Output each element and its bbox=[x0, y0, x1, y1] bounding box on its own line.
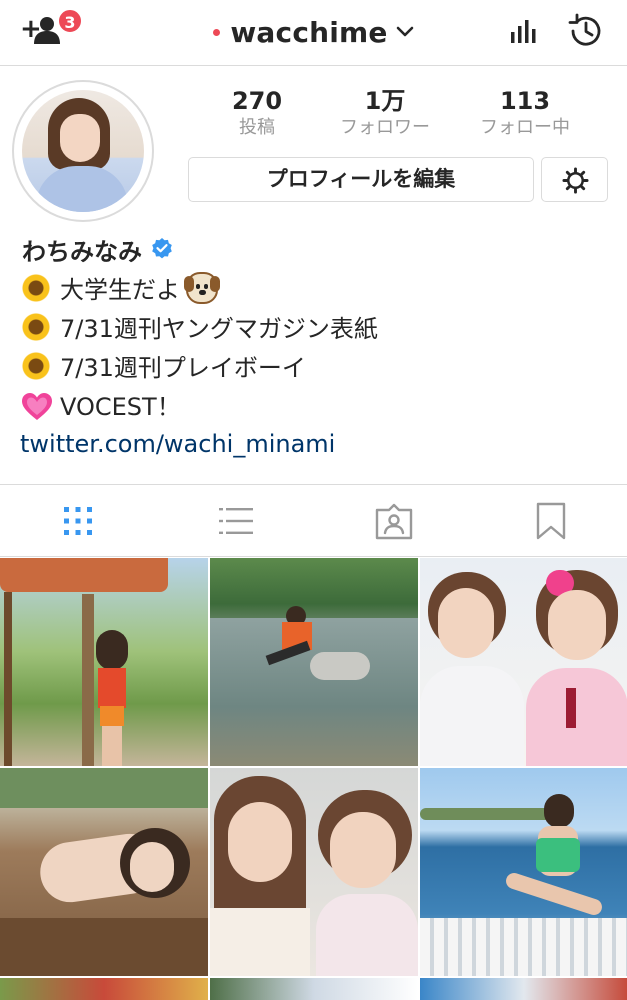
profile-stats: 270 投稿 1万 フォロワー 113 フォロー中 bbox=[188, 86, 598, 146]
bio-line: 7/31週刊プレイボーイ bbox=[20, 346, 610, 385]
post-thumbnail[interactable] bbox=[420, 768, 627, 976]
bio-line: 大学生だよ bbox=[20, 268, 610, 307]
stat-value: 113 bbox=[499, 87, 551, 115]
post-thumbnail[interactable] bbox=[420, 558, 627, 766]
unread-dot-icon bbox=[213, 28, 221, 36]
post-thumbnail[interactable] bbox=[0, 558, 208, 766]
stat-posts[interactable]: 270 投稿 bbox=[192, 86, 322, 140]
verified-badge-icon bbox=[152, 238, 172, 259]
avatar[interactable] bbox=[22, 90, 144, 212]
options-button[interactable] bbox=[541, 157, 608, 202]
profile-bio: 大学生だよ 7/31週刊ヤングマガジン表紙 7/31週刊プレイボーイ VOCES… bbox=[20, 268, 610, 463]
post-thumbnail[interactable] bbox=[0, 978, 208, 1000]
sunflower-icon bbox=[20, 310, 52, 343]
post-thumbnail[interactable] bbox=[210, 558, 418, 766]
stat-label: フォロー中 bbox=[480, 117, 570, 138]
edit-profile-button[interactable]: プロフィールを編集 bbox=[188, 157, 534, 202]
dog-face-icon bbox=[184, 271, 220, 304]
tab-list-view[interactable] bbox=[216, 501, 256, 541]
stat-value: 270 bbox=[231, 87, 283, 115]
gear-icon bbox=[562, 167, 589, 194]
profile-name-row: わちみなみ bbox=[22, 232, 174, 266]
bio-line: VOCEST！ bbox=[20, 385, 610, 424]
stat-following[interactable]: 113 フォロー中 bbox=[460, 86, 590, 140]
stat-label: 投稿 bbox=[239, 117, 275, 138]
list-icon bbox=[219, 508, 253, 534]
grid-icon bbox=[64, 507, 92, 535]
tagged-icon bbox=[375, 503, 413, 540]
bio-text: 7/31週刊プレイボーイ bbox=[60, 354, 306, 382]
stat-value: 1万 bbox=[364, 87, 406, 115]
bookmark-icon bbox=[536, 502, 566, 540]
tab-saved[interactable] bbox=[531, 501, 571, 541]
bio-text: 7/31週刊ヤングマガジン表紙 bbox=[60, 315, 378, 343]
profile-link[interactable]: twitter.com/wachi_minami bbox=[20, 430, 335, 458]
post-thumbnail[interactable] bbox=[420, 978, 627, 1000]
photo-grid bbox=[0, 558, 627, 1000]
archive-icon[interactable] bbox=[567, 12, 605, 50]
bio-text: VOCEST！ bbox=[60, 393, 181, 421]
tab-grid-view[interactable] bbox=[58, 501, 98, 541]
post-thumbnail[interactable] bbox=[210, 768, 418, 976]
bio-line: twitter.com/wachi_minami bbox=[20, 424, 610, 463]
sparkling-heart-icon bbox=[20, 389, 52, 421]
post-thumbnail[interactable] bbox=[210, 978, 418, 1000]
bio-text: 大学生だよ bbox=[60, 276, 180, 304]
chevron-down-icon bbox=[396, 26, 413, 37]
username-title: wacchime bbox=[230, 15, 388, 49]
sunflower-icon bbox=[20, 349, 52, 382]
bio-line: 7/31週刊ヤングマガジン表紙 bbox=[20, 307, 610, 346]
top-bar: + 3 wacchime bbox=[0, 0, 627, 66]
stat-followers[interactable]: 1万 フォロワー bbox=[320, 86, 450, 140]
profile-tabs bbox=[0, 484, 627, 557]
sunflower-icon bbox=[20, 271, 52, 304]
stat-label: フォロワー bbox=[340, 117, 430, 138]
tab-tagged[interactable] bbox=[374, 501, 414, 541]
insights-icon[interactable] bbox=[508, 14, 540, 46]
profile-name: わちみなみ bbox=[22, 237, 142, 266]
post-thumbnail[interactable] bbox=[0, 768, 208, 976]
